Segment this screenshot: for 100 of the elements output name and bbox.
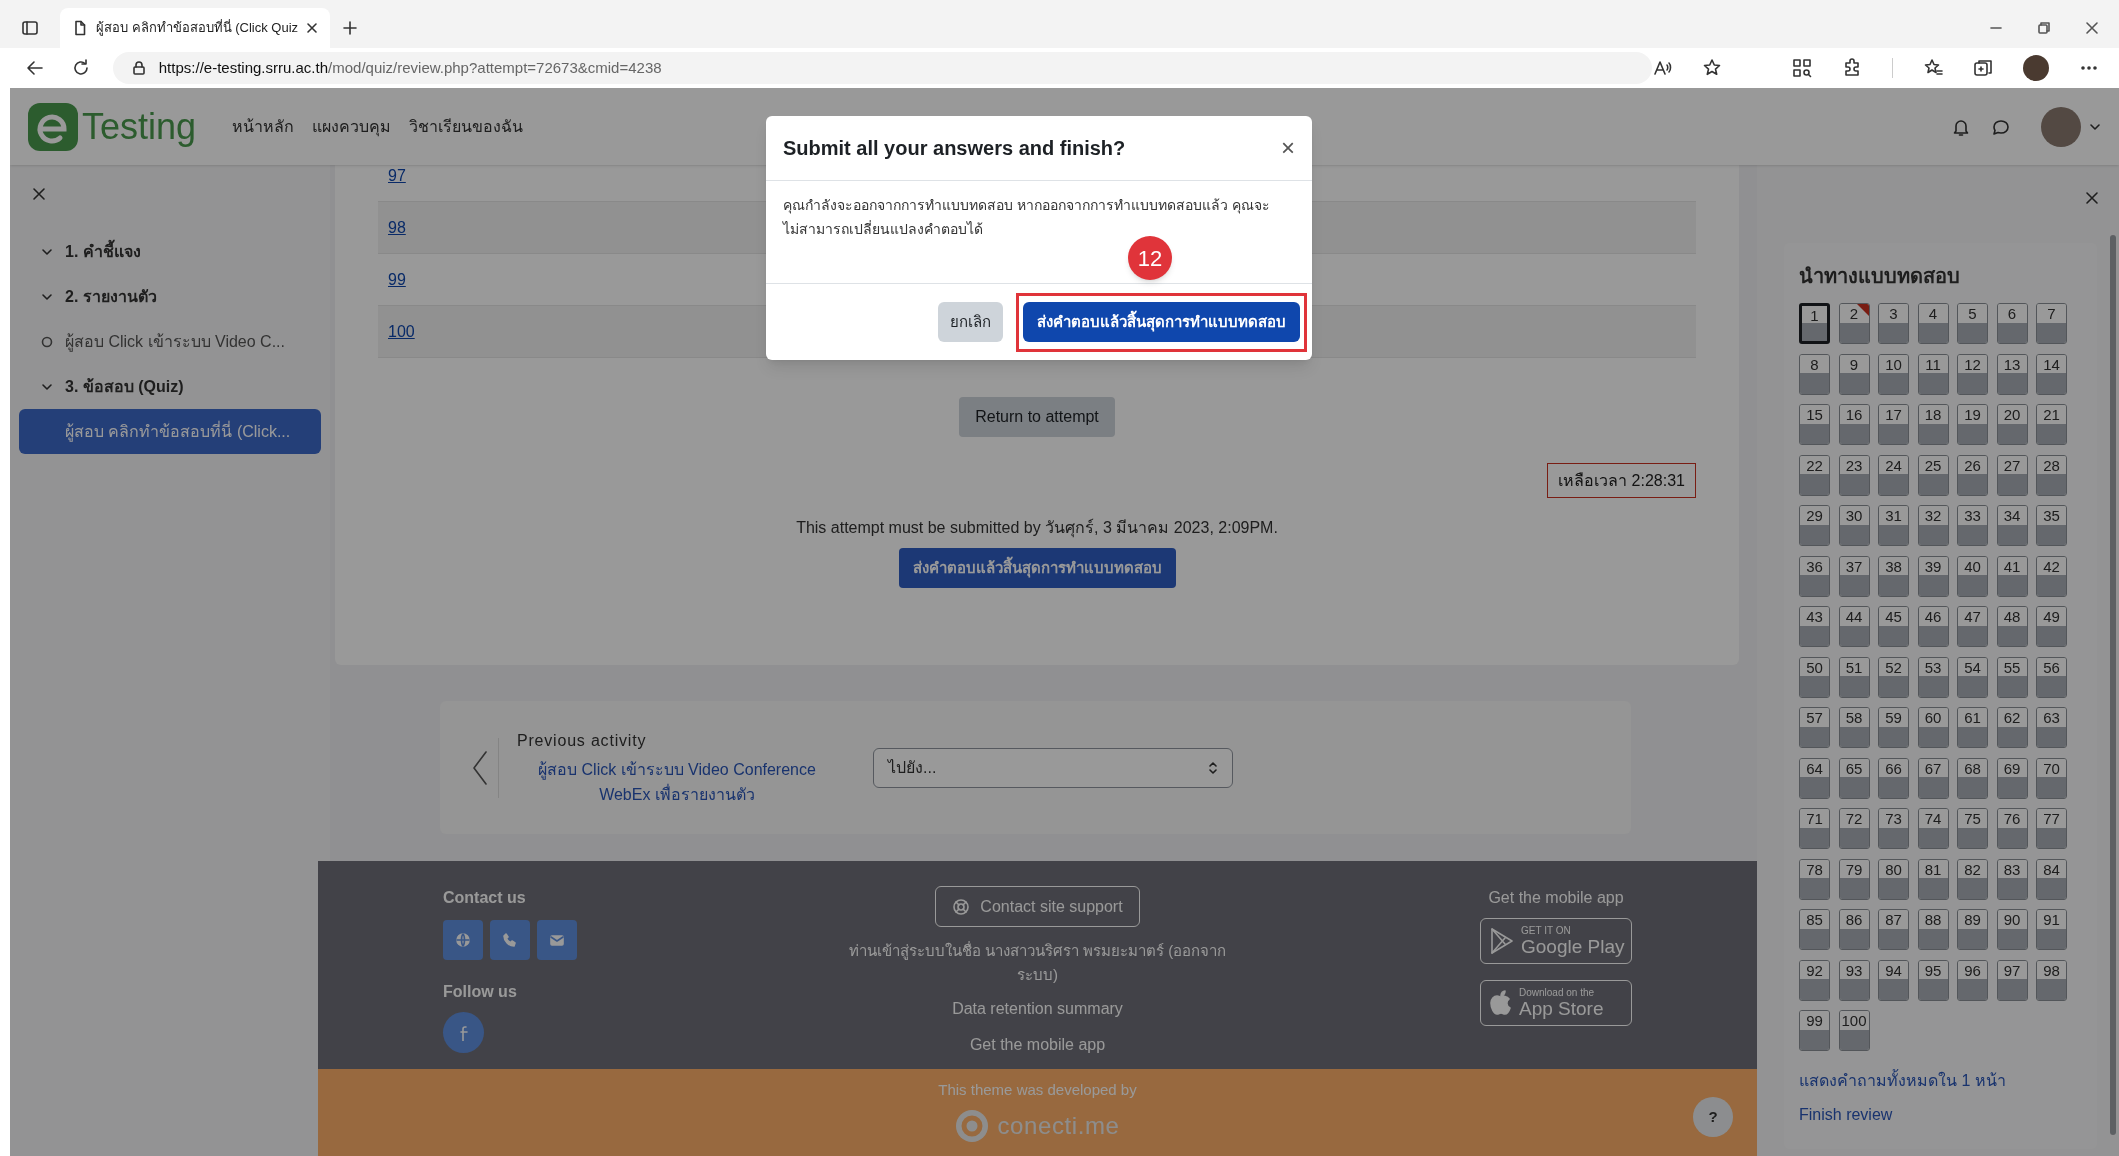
question-button[interactable]: 56 <box>2036 656 2067 698</box>
question-button[interactable]: 82 <box>1957 858 1988 900</box>
question-button[interactable]: 88 <box>1917 909 1949 950</box>
question-button[interactable]: 80 <box>1878 858 1909 900</box>
question-button[interactable]: 52 <box>1878 656 1909 698</box>
question-button[interactable]: 100 <box>1838 1010 1870 1051</box>
question-button[interactable]: 47 <box>1957 606 1988 647</box>
question-button[interactable]: 99 <box>1799 1010 1830 1051</box>
question-button[interactable]: 50 <box>1799 656 1830 698</box>
question-button[interactable]: 61 <box>1957 707 1988 748</box>
question-button[interactable]: 86 <box>1838 909 1870 950</box>
question-button[interactable]: 95 <box>1917 959 1949 1001</box>
nav-link[interactable]: หน้าหลัก <box>232 114 295 139</box>
favorites-icon[interactable] <box>1923 58 1943 78</box>
question-button[interactable]: 35 <box>2036 505 2067 546</box>
question-button[interactable]: 19 <box>1957 404 1988 445</box>
address-bar[interactable]: https://e-testing.srru.ac.th/mod/quiz/review.php?attempt=72673&cmid=4238 <box>112 52 1652 84</box>
question-button[interactable]: 39 <box>1917 555 1949 597</box>
cancel-button[interactable]: ยกเลิก <box>938 302 1003 342</box>
question-button[interactable]: 13 <box>1996 353 2028 395</box>
question-button[interactable]: 83 <box>1996 858 2028 900</box>
question-button[interactable]: 63 <box>2036 707 2067 748</box>
question-button[interactable]: 94 <box>1878 959 1909 1001</box>
question-button[interactable]: 12 <box>1957 353 1988 395</box>
question-button[interactable]: 85 <box>1799 909 1830 950</box>
question-button[interactable]: 4 <box>1917 303 1949 344</box>
question-button[interactable]: 96 <box>1957 959 1988 1001</box>
question-button[interactable]: 53 <box>1917 656 1949 698</box>
question-button[interactable]: 16 <box>1838 404 1870 445</box>
finish-review-link[interactable]: Finish review <box>1799 1103 2097 1127</box>
nav-link[interactable]: วิชาเรียนของฉัน <box>409 114 524 139</box>
question-button[interactable]: 49 <box>2036 606 2067 647</box>
contact-button[interactable] <box>537 920 577 960</box>
question-button[interactable]: 58 <box>1838 707 1870 748</box>
question-button[interactable]: 76 <box>1996 808 2028 849</box>
section-heading[interactable]: 3. ข้อสอบ (Quiz) <box>19 364 321 409</box>
question-button[interactable]: 79 <box>1838 858 1870 900</box>
question-button[interactable]: 37 <box>1838 555 1870 597</box>
question-button[interactable]: 59 <box>1878 707 1909 748</box>
jump-to-select[interactable]: ไปยัง... <box>873 747 1233 788</box>
question-button[interactable]: 1 <box>1799 303 1830 344</box>
question-button[interactable]: 21 <box>2036 404 2067 445</box>
question-button[interactable]: 22 <box>1799 454 1830 496</box>
question-button[interactable]: 87 <box>1878 909 1909 950</box>
activity-link[interactable]: ผู้สอบ Click เข้าระบบ Video C... <box>19 319 321 364</box>
question-button[interactable]: 72 <box>1838 808 1870 849</box>
question-button[interactable]: 65 <box>1838 757 1870 799</box>
question-button[interactable]: 92 <box>1799 959 1830 1001</box>
question-button[interactable]: 57 <box>1799 707 1830 748</box>
read-aloud-icon[interactable] <box>1652 58 1672 78</box>
section-heading[interactable]: 2. รายงานตัว <box>19 274 321 319</box>
dialog-close-button[interactable]: × <box>1281 136 1295 160</box>
question-button[interactable]: 89 <box>1957 909 1988 950</box>
question-button[interactable]: 71 <box>1799 808 1830 849</box>
question-button[interactable]: 10 <box>1878 353 1909 395</box>
question-button[interactable]: 25 <box>1917 454 1949 496</box>
question-button[interactable]: 97 <box>1996 959 2028 1001</box>
question-button[interactable]: 51 <box>1838 656 1870 698</box>
question-button[interactable]: 73 <box>1878 808 1909 849</box>
question-button[interactable]: 98 <box>2036 959 2067 1001</box>
question-button[interactable]: 42 <box>2036 555 2067 597</box>
question-button[interactable]: 24 <box>1878 454 1909 496</box>
tab-actions-icon[interactable] <box>21 19 39 37</box>
question-button[interactable]: 44 <box>1838 606 1870 647</box>
question-button[interactable]: 9 <box>1838 353 1870 395</box>
nav-link[interactable]: แผงควบคุม <box>312 114 392 139</box>
question-button[interactable]: 31 <box>1878 505 1909 546</box>
question-button[interactable]: 41 <box>1996 555 2028 597</box>
question-button[interactable]: 26 <box>1957 454 1988 496</box>
close-icon[interactable] <box>2085 191 2099 205</box>
question-button[interactable]: 67 <box>1917 757 1949 799</box>
extensions-icon[interactable] <box>1842 58 1862 78</box>
question-button[interactable]: 17 <box>1878 404 1909 445</box>
help-button[interactable]: ? <box>1693 1097 1733 1137</box>
question-link[interactable]: 99 <box>388 267 406 292</box>
question-button[interactable]: 36 <box>1799 555 1830 597</box>
question-button[interactable]: 48 <box>1996 606 2028 647</box>
question-button[interactable]: 77 <box>2036 808 2067 849</box>
question-button[interactable]: 11 <box>1917 353 1949 395</box>
question-button[interactable]: 8 <box>1799 353 1830 395</box>
question-button[interactable]: 69 <box>1996 757 2028 799</box>
question-button[interactable]: 34 <box>1996 505 2028 546</box>
return-button[interactable]: Return to attempt <box>959 397 1115 437</box>
close-icon[interactable] <box>306 22 319 34</box>
question-button[interactable]: 62 <box>1996 707 2028 748</box>
question-button[interactable]: 28 <box>2036 454 2067 496</box>
contact-support-button[interactable]: Contact site support <box>935 886 1140 927</box>
question-button[interactable]: 6 <box>1996 303 2028 344</box>
question-button[interactable]: 29 <box>1799 505 1830 546</box>
question-button[interactable]: 40 <box>1957 555 1988 597</box>
question-button[interactable]: 2 <box>1838 303 1870 344</box>
question-button[interactable]: 20 <box>1996 404 2028 445</box>
profile-avatar[interactable] <box>2023 55 2049 81</box>
question-button[interactable]: 90 <box>1996 909 2028 950</box>
question-button[interactable]: 45 <box>1878 606 1909 647</box>
question-button[interactable]: 15 <box>1799 404 1830 445</box>
question-button[interactable]: 18 <box>1917 404 1949 445</box>
question-button[interactable]: 38 <box>1878 555 1909 597</box>
activity-link[interactable]: ผู้สอบ คลิกทำข้อสอบที่นี่ (Click... <box>19 409 321 454</box>
question-button[interactable]: 54 <box>1957 656 1988 698</box>
